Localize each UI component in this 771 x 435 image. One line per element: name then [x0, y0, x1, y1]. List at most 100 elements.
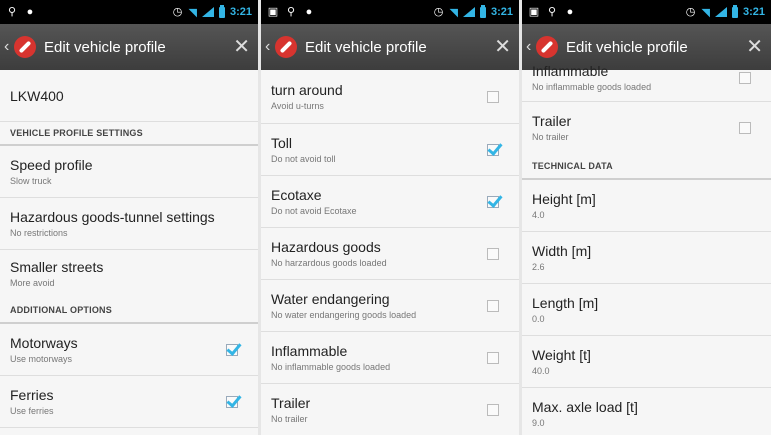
item-title: Ecotaxe: [271, 186, 322, 203]
item-title: Speed profile: [10, 156, 93, 173]
item-title: Hazardous goods-tunnel settings: [10, 208, 215, 225]
item-subtitle: No harzardous goods loaded: [271, 257, 387, 268]
list-item-trailer[interactable]: Trailer No trailer: [522, 102, 771, 154]
item-value: 9.0: [532, 417, 545, 428]
item-title: Inflammable: [532, 62, 609, 79]
item-title: Trailer: [271, 394, 311, 411]
close-icon[interactable]: ✕: [494, 37, 511, 57]
water-endangering-checkbox[interactable]: [487, 299, 499, 312]
status-bar: ▣ ⚲ ● ◷ ◥ 3:21: [261, 0, 519, 24]
back-chevron-icon[interactable]: ‹: [4, 39, 12, 55]
battery-icon: [731, 4, 738, 18]
battery-icon: [218, 4, 225, 18]
item-subtitle: No water endangering goods loaded: [271, 309, 417, 320]
list-item-length[interactable]: Length [m] 0.0: [522, 284, 771, 336]
item-subtitle: Use motorways: [10, 353, 73, 364]
item-subtitle: Do not avoid toll: [271, 153, 336, 164]
action-bar: ‹ Edit vehicle profile ✕: [261, 24, 519, 70]
motorways-checkbox[interactable]: [226, 343, 238, 356]
screen-1: ⚲ ● ◷ ◥ 3:21 ‹ Edit vehicle profile ✕ LK…: [0, 0, 258, 435]
ecotaxe-checkbox[interactable]: [487, 195, 499, 208]
item-title: Weight [t]: [532, 346, 591, 363]
hazardous-goods-checkbox[interactable]: [487, 247, 499, 260]
action-bar: ‹ Edit vehicle profile ✕: [0, 24, 258, 70]
list-item-hazardous-goods[interactable]: Hazardous goods No harzardous goods load…: [261, 228, 519, 280]
toll-checkbox[interactable]: [487, 143, 499, 156]
item-subtitle: No trailer: [271, 413, 308, 424]
list-item-trailer[interactable]: Trailer No trailer: [261, 384, 519, 435]
list-item-weight[interactable]: Weight [t] 40.0: [522, 336, 771, 388]
list-item-ecotaxe[interactable]: Ecotaxe Do not avoid Ecotaxe: [261, 176, 519, 228]
status-time: 3:21: [490, 6, 513, 18]
list-item-speed-profile[interactable]: Speed profile Slow truck: [0, 146, 258, 198]
item-title: Max. axle load [t]: [532, 398, 638, 415]
status-time: 3:21: [742, 6, 765, 18]
battery-icon: [479, 4, 486, 18]
usb-icon: ⚲: [7, 5, 17, 18]
item-title: Ferries: [10, 386, 54, 403]
list-item-height[interactable]: Height [m] 4.0: [522, 180, 771, 232]
item-value: 4.0: [532, 209, 545, 220]
item-subtitle: No inflammable goods loaded: [271, 361, 391, 372]
item-value: 40.0: [532, 365, 550, 376]
list-item-max-axle-load[interactable]: Max. axle load [t] 9.0: [522, 388, 771, 435]
back-chevron-icon[interactable]: ‹: [526, 39, 534, 55]
signal-icon: [201, 7, 214, 17]
screen-2: ▣ ⚲ ● ◷ ◥ 3:21 ‹ Edit vehicle profile ✕ …: [261, 0, 519, 435]
inflammable-checkbox[interactable]: [739, 71, 751, 84]
app-logo-icon[interactable]: [14, 36, 36, 58]
settings-list: turn around Avoid u-turns Toll Do not av…: [261, 70, 519, 435]
profile-name: LKW400: [10, 87, 64, 104]
item-title: Length [m]: [532, 294, 599, 311]
back-chevron-icon[interactable]: ‹: [265, 39, 273, 55]
page-title: Edit vehicle profile: [44, 38, 166, 56]
page-title: Edit vehicle profile: [305, 38, 427, 56]
app-logo-icon[interactable]: [275, 36, 297, 58]
wifi-icon: ◥: [188, 6, 197, 19]
item-subtitle: No trailer: [532, 132, 569, 142]
usb-icon: ⚲: [286, 5, 296, 18]
section-header-technical: TECHNICAL DATA: [522, 154, 771, 180]
turn-around-checkbox[interactable]: [487, 90, 499, 103]
list-item-smaller-streets[interactable]: Smaller streets More avoid: [0, 250, 258, 298]
wifi-icon: ◥: [701, 6, 710, 19]
usb-icon: ⚲: [547, 5, 557, 18]
image-icon: ▣: [267, 5, 279, 18]
list-item-inflammable[interactable]: Inflammable No inflammable goods loaded: [522, 54, 771, 102]
item-title: Water endangering: [271, 290, 390, 307]
item-subtitle: No restrictions: [10, 227, 68, 238]
list-item-turn-around[interactable]: turn around Avoid u-turns: [261, 70, 519, 124]
image-icon: ▣: [528, 5, 540, 18]
alarm-icon: ◷: [433, 5, 444, 18]
item-subtitle: More avoid: [10, 278, 55, 288]
alarm-icon: ◷: [172, 5, 183, 18]
item-value: 0.0: [532, 313, 545, 324]
profile-name-item[interactable]: LKW400: [0, 70, 258, 122]
item-title: Height [m]: [532, 190, 596, 207]
list-item-tunnel-settings[interactable]: Hazardous goods-tunnel settings No restr…: [0, 198, 258, 250]
item-title: Smaller streets: [10, 259, 104, 275]
list-item-toll[interactable]: Toll Do not avoid toll: [261, 124, 519, 176]
inflammable-checkbox[interactable]: [487, 351, 499, 364]
signal-icon: [462, 7, 475, 17]
section-header-vehicle: VEHICLE PROFILE SETTINGS: [0, 122, 258, 146]
item-subtitle: Do not avoid Ecotaxe: [271, 205, 357, 216]
trailer-checkbox[interactable]: [739, 122, 751, 134]
item-subtitle: Avoid u-turns: [271, 100, 324, 111]
item-subtitle: Slow truck: [10, 175, 52, 186]
item-title: Hazardous goods: [271, 238, 381, 255]
close-icon[interactable]: ✕: [233, 37, 250, 57]
item-title: Inflammable: [271, 342, 348, 359]
item-title: Width [m]: [532, 242, 592, 259]
list-item-motorways[interactable]: Motorways Use motorways: [0, 324, 258, 376]
section-header-additional: ADDITIONAL OPTIONS: [0, 298, 258, 324]
list-item-width[interactable]: Width [m] 2.6: [522, 232, 771, 284]
list-item-inflammable[interactable]: Inflammable No inflammable goods loaded: [261, 332, 519, 384]
android-icon: ●: [26, 5, 34, 18]
list-item-ferries[interactable]: Ferries Use ferries: [0, 376, 258, 428]
settings-list: LKW400 VEHICLE PROFILE SETTINGS Speed pr…: [0, 70, 258, 428]
list-item-water-endangering[interactable]: Water endangering No water endangering g…: [261, 280, 519, 332]
ferries-checkbox[interactable]: [226, 395, 238, 408]
trailer-checkbox[interactable]: [487, 403, 499, 416]
signal-icon: [714, 7, 727, 17]
